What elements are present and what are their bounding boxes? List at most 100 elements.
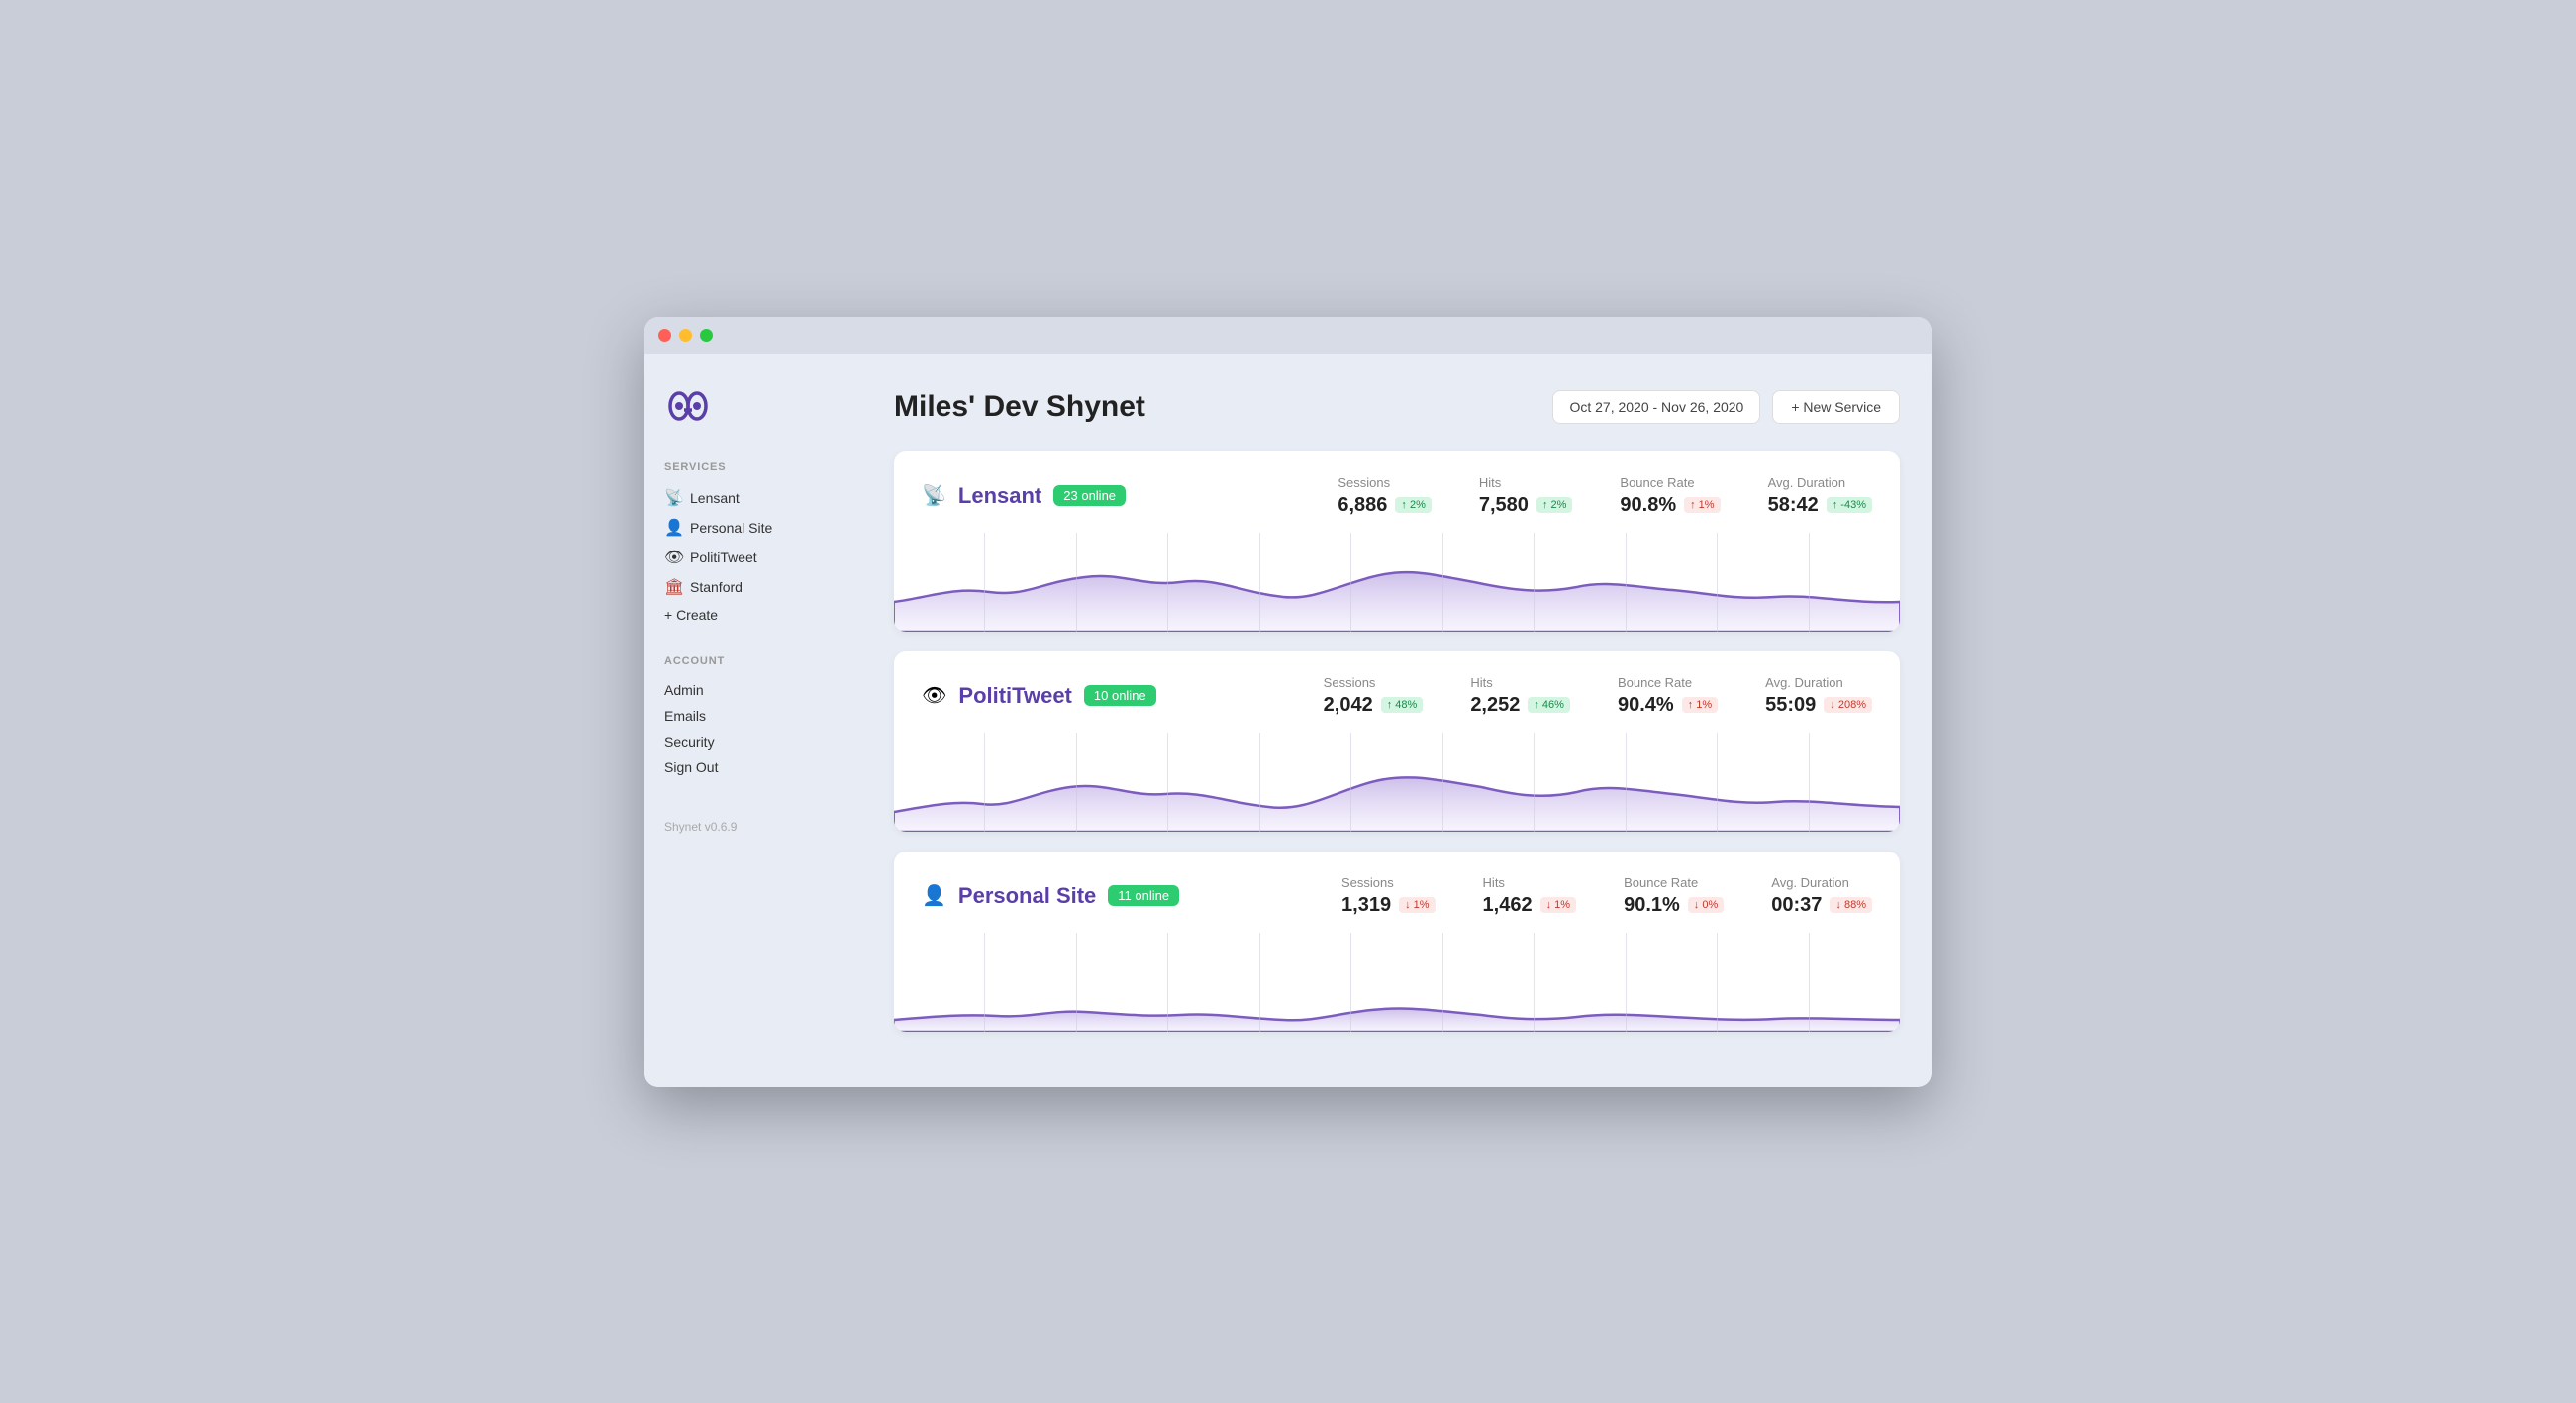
service-icon: 📡 xyxy=(922,483,946,508)
hits-value: 7,580 xyxy=(1479,494,1529,517)
emails-link[interactable]: Emails xyxy=(664,703,842,729)
account-section: ACCOUNT Admin Emails Security Sign Out xyxy=(664,655,842,780)
sessions-value: 6,886 xyxy=(1338,494,1387,517)
main-content: Miles' Dev Shynet Oct 27, 2020 - Nov 26,… xyxy=(862,354,1932,1087)
sessions-badge: ↑ 2% xyxy=(1395,497,1431,513)
card-header: 📡 Lensant 23 online Sessions 6,886 ↑ 2% … xyxy=(922,475,1872,517)
service-card-personal-site: 👤 Personal Site 11 online Sessions 1,319… xyxy=(894,852,1900,1032)
hits-stat: Hits 1,462 ↓ 1% xyxy=(1483,875,1577,917)
bounce-rate-label: Bounce Rate xyxy=(1620,475,1720,490)
card-header: 👤 Personal Site 11 online Sessions 1,319… xyxy=(922,875,1872,917)
service-name: Lensant xyxy=(958,483,1041,509)
admin-link[interactable]: Admin xyxy=(664,677,842,703)
avg-duration-label: Avg. Duration xyxy=(1765,675,1872,690)
sidebar-item-label: Lensant xyxy=(690,490,740,506)
sign-out-link[interactable]: Sign Out xyxy=(664,754,842,780)
polititweet-icon: 👁 xyxy=(664,548,682,567)
sessions-value: 2,042 xyxy=(1324,694,1373,717)
card-title-row[interactable]: 📡 Lensant 23 online xyxy=(922,483,1126,509)
bounce-rate-label: Bounce Rate xyxy=(1618,675,1718,690)
sessions-stat: Sessions 6,886 ↑ 2% xyxy=(1338,475,1432,517)
services-section-label: SERVICES xyxy=(664,461,842,473)
sessions-label: Sessions xyxy=(1341,875,1436,890)
card-title-row[interactable]: 👁 PolitiTweet 10 online xyxy=(922,683,1156,709)
hits-value: 1,462 xyxy=(1483,894,1533,917)
bounce-rate-stat: Bounce Rate 90.8% ↑ 1% xyxy=(1620,475,1720,517)
hits-value: 2,252 xyxy=(1470,694,1520,717)
app-logo xyxy=(664,382,842,430)
chart-area xyxy=(894,733,1900,832)
sidebar: SERVICES 📡 Lensant 👤 Personal Site 👁 Pol… xyxy=(644,354,862,1087)
card-stats: Sessions 6,886 ↑ 2% Hits 7,580 ↑ 2% Boun… xyxy=(1338,475,1872,517)
sessions-label: Sessions xyxy=(1338,475,1432,490)
online-badge: 11 online xyxy=(1108,885,1179,906)
bounce-rate-value: 90.8% xyxy=(1620,494,1676,517)
avg-duration-badge: ↑ -43% xyxy=(1827,497,1872,513)
sidebar-item-polititweet[interactable]: 👁 PolitiTweet xyxy=(664,543,842,572)
bounce-rate-value: 90.4% xyxy=(1618,694,1674,717)
date-range-picker[interactable]: Oct 27, 2020 - Nov 26, 2020 xyxy=(1552,390,1760,424)
bounce-rate-stat: Bounce Rate 90.4% ↑ 1% xyxy=(1618,675,1718,717)
sessions-badge: ↑ 48% xyxy=(1381,697,1424,713)
maximize-button[interactable] xyxy=(700,329,713,342)
service-name: PolitiTweet xyxy=(958,683,1072,709)
minimize-button[interactable] xyxy=(679,329,692,342)
bounce-rate-stat: Bounce Rate 90.1% ↓ 0% xyxy=(1624,875,1724,917)
lensant-icon: 📡 xyxy=(664,488,682,508)
card-stats: Sessions 2,042 ↑ 48% Hits 2,252 ↑ 46% Bo… xyxy=(1324,675,1872,717)
card-header: 👁 PolitiTweet 10 online Sessions 2,042 ↑… xyxy=(922,675,1872,717)
bounce-rate-value: 90.1% xyxy=(1624,894,1680,917)
chart-svg xyxy=(894,933,1900,1032)
hits-stat: Hits 2,252 ↑ 46% xyxy=(1470,675,1570,717)
sessions-value: 1,319 xyxy=(1341,894,1391,917)
service-cards-container: 📡 Lensant 23 online Sessions 6,886 ↑ 2% … xyxy=(894,451,1900,1032)
sidebar-item-label: Stanford xyxy=(690,579,743,595)
stanford-icon: 🏛 xyxy=(664,577,682,597)
avg-duration-value: 55:09 xyxy=(1765,694,1816,717)
service-icon: 👤 xyxy=(922,883,946,908)
sessions-badge: ↓ 1% xyxy=(1399,897,1435,913)
card-title-row[interactable]: 👤 Personal Site 11 online xyxy=(922,883,1179,909)
chart-svg xyxy=(894,533,1900,632)
close-button[interactable] xyxy=(658,329,671,342)
service-card-polititweet: 👁 PolitiTweet 10 online Sessions 2,042 ↑… xyxy=(894,651,1900,832)
header-actions: Oct 27, 2020 - Nov 26, 2020 + New Servic… xyxy=(1552,390,1900,424)
online-badge: 10 online xyxy=(1084,685,1156,706)
card-stats: Sessions 1,319 ↓ 1% Hits 1,462 ↓ 1% Boun… xyxy=(1341,875,1872,917)
bounce-rate-badge: ↓ 0% xyxy=(1688,897,1724,913)
bounce-rate-badge: ↑ 1% xyxy=(1682,697,1718,713)
service-name: Personal Site xyxy=(958,883,1096,909)
avg-duration-badge: ↓ 208% xyxy=(1824,697,1872,713)
account-section-label: ACCOUNT xyxy=(664,655,842,667)
sidebar-item-label: Personal Site xyxy=(690,520,772,536)
chart-area xyxy=(894,933,1900,1032)
sidebar-item-stanford[interactable]: 🏛 Stanford xyxy=(664,572,842,602)
avg-duration-stat: Avg. Duration 55:09 ↓ 208% xyxy=(1765,675,1872,717)
version-label: Shynet v0.6.9 xyxy=(664,820,842,834)
hits-label: Hits xyxy=(1483,875,1577,890)
sessions-stat: Sessions 1,319 ↓ 1% xyxy=(1341,875,1436,917)
bounce-rate-label: Bounce Rate xyxy=(1624,875,1724,890)
security-link[interactable]: Security xyxy=(664,729,842,754)
avg-duration-stat: Avg. Duration 00:37 ↓ 88% xyxy=(1771,875,1872,917)
hits-stat: Hits 7,580 ↑ 2% xyxy=(1479,475,1573,517)
main-header: Miles' Dev Shynet Oct 27, 2020 - Nov 26,… xyxy=(894,390,1900,424)
hits-badge: ↑ 46% xyxy=(1528,697,1570,713)
hits-badge: ↑ 2% xyxy=(1536,497,1572,513)
sidebar-item-personal-site[interactable]: 👤 Personal Site xyxy=(664,513,842,543)
online-badge: 23 online xyxy=(1053,485,1126,506)
hits-label: Hits xyxy=(1479,475,1573,490)
avg-duration-value: 00:37 xyxy=(1771,894,1822,917)
sessions-label: Sessions xyxy=(1324,675,1424,690)
chart-svg xyxy=(894,733,1900,832)
sessions-stat: Sessions 2,042 ↑ 48% xyxy=(1324,675,1424,717)
personal-site-icon: 👤 xyxy=(664,518,682,538)
create-service-link[interactable]: + Create xyxy=(664,602,842,628)
new-service-button[interactable]: + New Service xyxy=(1772,390,1900,424)
service-card-lensant: 📡 Lensant 23 online Sessions 6,886 ↑ 2% … xyxy=(894,451,1900,632)
hits-label: Hits xyxy=(1470,675,1570,690)
titlebar xyxy=(644,317,1932,354)
app-window: SERVICES 📡 Lensant 👤 Personal Site 👁 Pol… xyxy=(644,317,1932,1087)
sidebar-item-lensant[interactable]: 📡 Lensant xyxy=(664,483,842,513)
page-title: Miles' Dev Shynet xyxy=(894,390,1145,424)
